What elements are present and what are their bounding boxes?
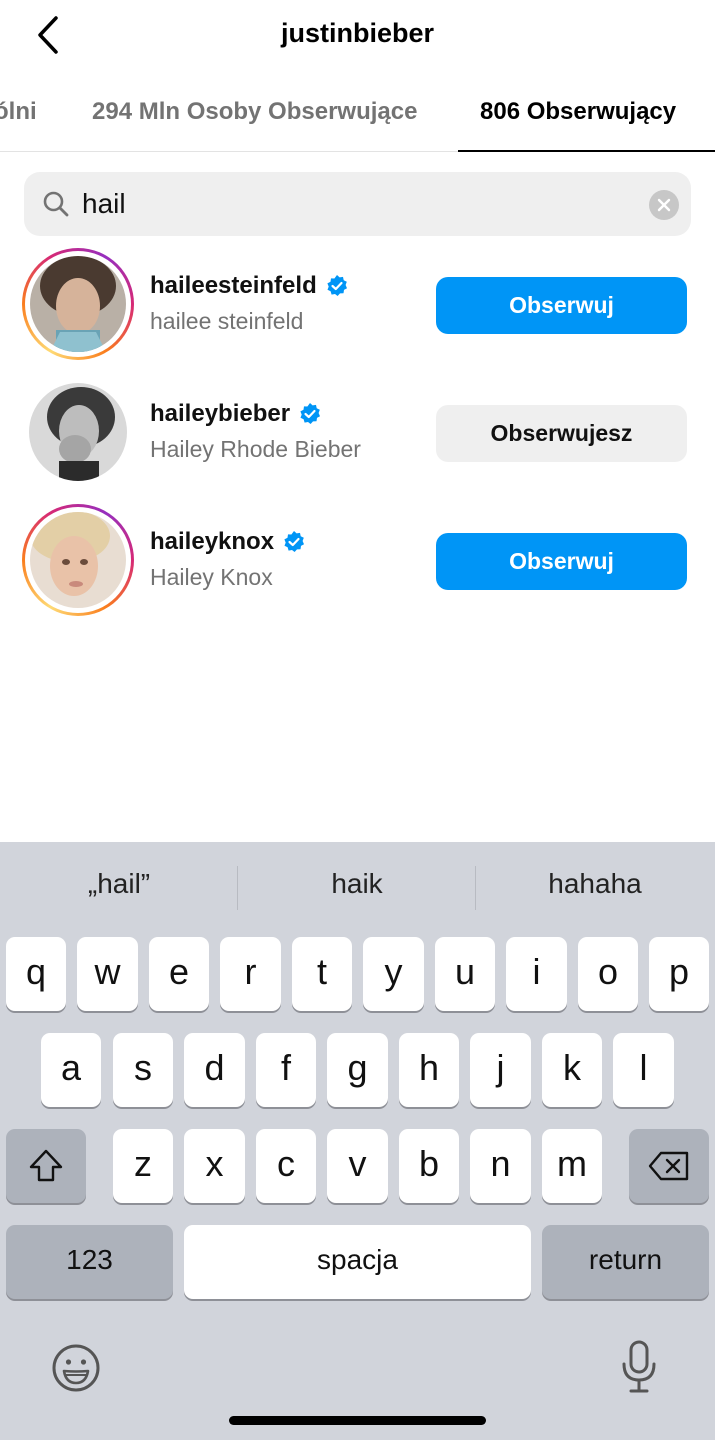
- avatar: [30, 512, 126, 608]
- keyboard: „hail” haik hahaha q w e r t y u i o p a…: [0, 842, 715, 1440]
- key-o[interactable]: o: [578, 937, 638, 1011]
- key-h[interactable]: h: [399, 1033, 459, 1107]
- user-row[interactable]: haileybieber Hailey Rhode Bieber Obserwu…: [0, 376, 715, 496]
- key-x[interactable]: x: [184, 1129, 245, 1203]
- avatar: [29, 383, 127, 481]
- home-indicator: [229, 1416, 486, 1425]
- key-q[interactable]: q: [6, 937, 66, 1011]
- username[interactable]: haileesteinfeld: [150, 272, 317, 300]
- tab-following[interactable]: 294 Mln Osoby Obserwujące: [92, 98, 417, 126]
- key-e[interactable]: e: [149, 937, 209, 1011]
- clear-icon[interactable]: [649, 190, 679, 220]
- follow-button[interactable]: Obserwuj: [436, 277, 687, 334]
- search-icon: [42, 190, 70, 218]
- tab-followers[interactable]: 806 Obserwujący: [480, 98, 676, 126]
- key-f[interactable]: f: [256, 1033, 316, 1107]
- username[interactable]: haileyknox: [150, 528, 274, 556]
- verified-icon: [327, 275, 347, 296]
- following-button[interactable]: Obserwujesz: [436, 405, 687, 462]
- key-z[interactable]: z: [113, 1129, 173, 1203]
- space-key[interactable]: spacja: [184, 1225, 531, 1299]
- numbers-key[interactable]: 123: [6, 1225, 173, 1299]
- key-v[interactable]: v: [327, 1129, 388, 1203]
- key-t[interactable]: t: [292, 937, 352, 1011]
- avatar: [30, 256, 126, 352]
- header: justinbieber: [0, 0, 715, 72]
- username[interactable]: haileybieber: [150, 400, 290, 428]
- search-input[interactable]: [82, 184, 642, 224]
- tab-mutual[interactable]: ólni: [0, 98, 37, 126]
- full-name: Hailey Rhode Bieber: [150, 436, 361, 462]
- suggestion-2[interactable]: haik: [238, 868, 476, 900]
- key-c[interactable]: c: [256, 1129, 316, 1203]
- key-a[interactable]: a: [41, 1033, 101, 1107]
- key-g[interactable]: g: [327, 1033, 388, 1107]
- backspace-key[interactable]: [629, 1129, 709, 1203]
- shift-icon: [29, 1149, 63, 1182]
- shift-key[interactable]: [6, 1129, 86, 1203]
- backspace-icon: [648, 1151, 689, 1181]
- verified-icon: [300, 403, 321, 424]
- key-i[interactable]: i: [506, 937, 567, 1011]
- key-m[interactable]: m: [542, 1129, 602, 1203]
- full-name: Hailey Knox: [150, 564, 273, 590]
- tab-bar: ólni 294 Mln Osoby Obserwujące 806 Obser…: [0, 86, 715, 152]
- key-u[interactable]: u: [435, 937, 495, 1011]
- verified-icon: [284, 531, 305, 552]
- full-name: hailee steinfeld: [150, 308, 304, 334]
- user-row[interactable]: haileesteinfeld hailee steinfeld Obserwu…: [0, 248, 715, 368]
- suggestion-1[interactable]: „hail”: [0, 868, 238, 900]
- return-key[interactable]: return: [542, 1225, 709, 1299]
- user-row[interactable]: haileyknox Hailey Knox Obserwuj: [0, 504, 715, 624]
- key-j[interactable]: j: [470, 1033, 531, 1107]
- key-r[interactable]: r: [220, 937, 281, 1011]
- avatar-story-ring[interactable]: [22, 504, 134, 616]
- key-l[interactable]: l: [613, 1033, 674, 1107]
- active-tab-indicator: [458, 150, 715, 152]
- key-d[interactable]: d: [184, 1033, 245, 1107]
- microphone-icon[interactable]: [620, 1339, 658, 1395]
- key-w[interactable]: w: [77, 937, 138, 1011]
- key-s[interactable]: s: [113, 1033, 173, 1107]
- avatar-container[interactable]: [22, 376, 134, 488]
- follow-button[interactable]: Obserwuj: [436, 533, 687, 590]
- key-b[interactable]: b: [399, 1129, 459, 1203]
- search-bar[interactable]: [24, 172, 691, 236]
- emoji-icon[interactable]: [50, 1342, 102, 1394]
- key-p[interactable]: p: [649, 937, 709, 1011]
- key-k[interactable]: k: [542, 1033, 602, 1107]
- key-n[interactable]: n: [470, 1129, 531, 1203]
- key-y[interactable]: y: [363, 937, 424, 1011]
- avatar-story-ring[interactable]: [22, 248, 134, 360]
- page-title: justinbieber: [280, 18, 435, 48]
- suggestion-3[interactable]: hahaha: [476, 868, 714, 900]
